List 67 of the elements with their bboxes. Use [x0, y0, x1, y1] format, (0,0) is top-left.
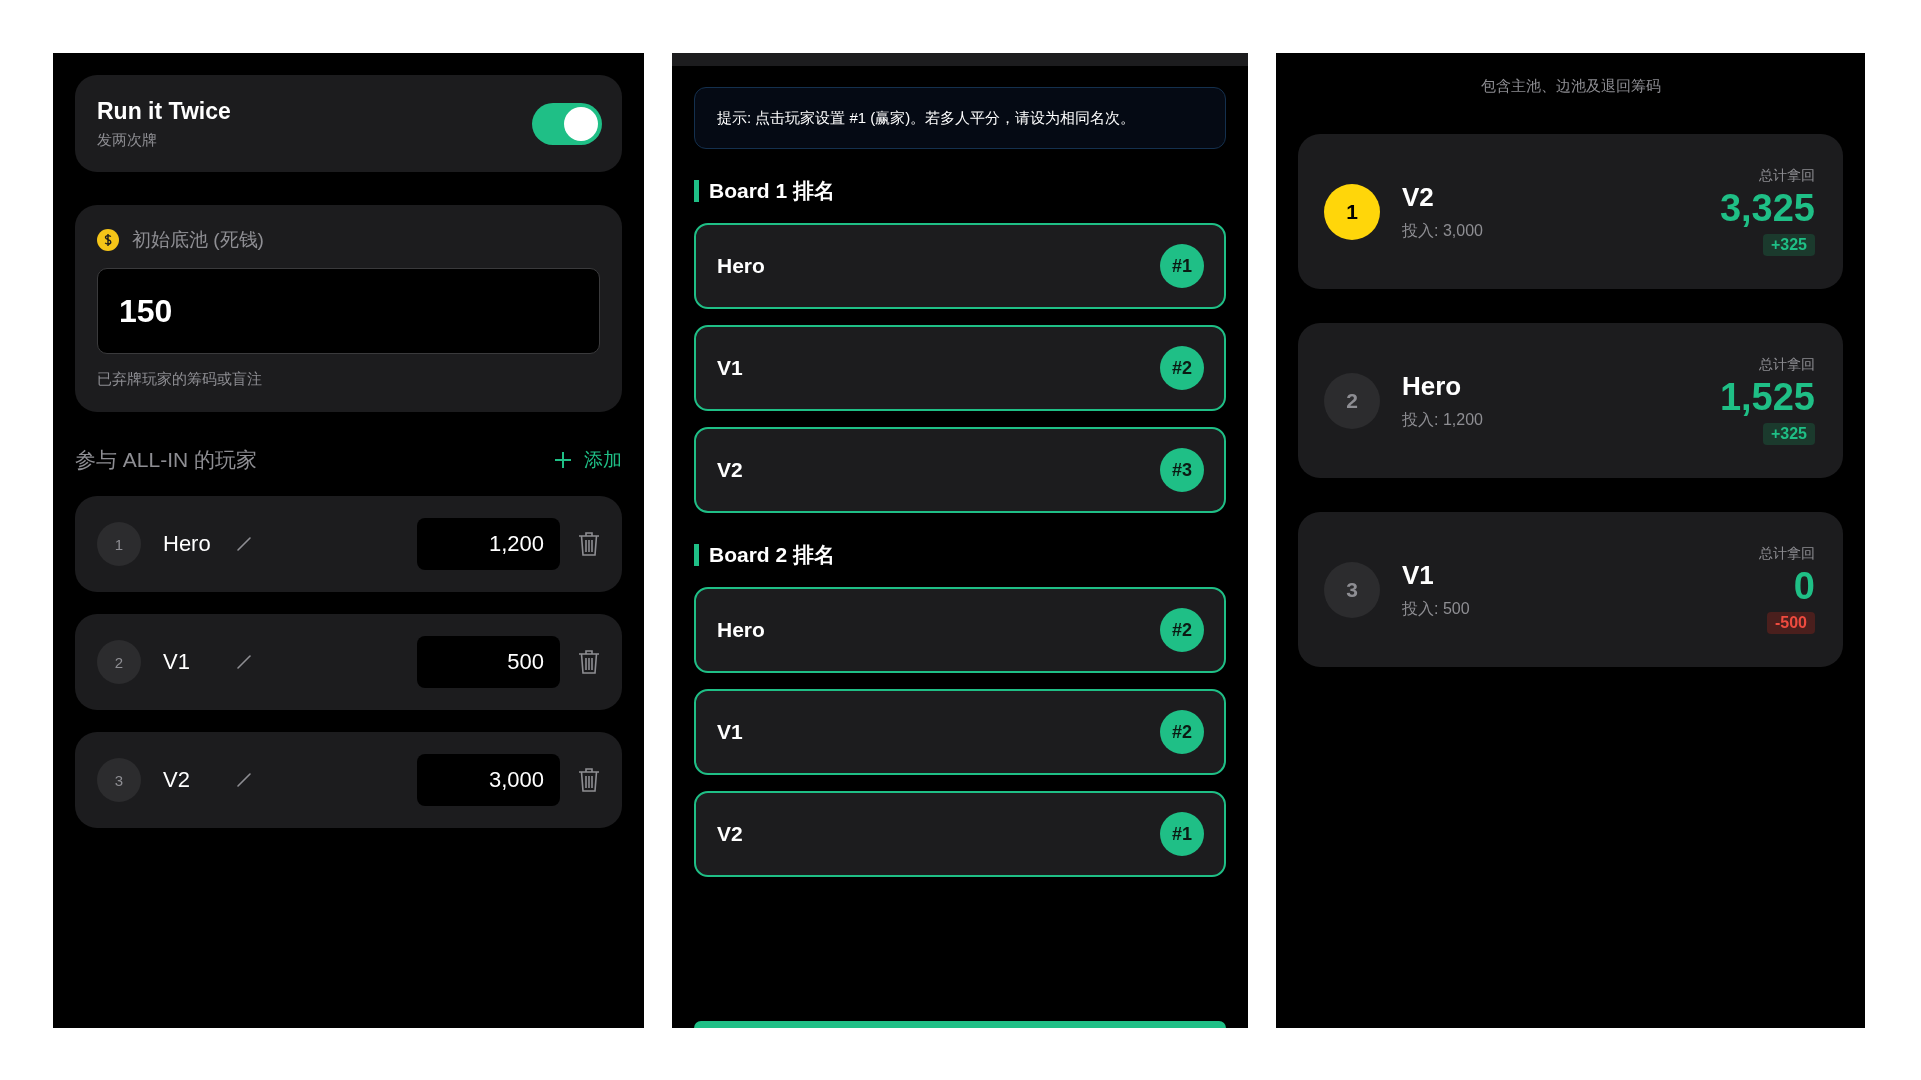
rank-badge: #1 — [1160, 244, 1204, 288]
invested-text: 投入: 500 — [1402, 598, 1470, 619]
rank-circle: 2 — [1324, 372, 1380, 429]
ranking-row[interactable]: V2 #3 — [694, 427, 1226, 513]
ranking-row[interactable]: V2 #1 — [694, 791, 1226, 877]
total-amount: 0 — [1793, 565, 1815, 608]
section-title: 参与 ALL-IN 的玩家 — [75, 447, 258, 473]
rank-badge: #2 — [1160, 608, 1204, 652]
player-name: V1 — [163, 649, 191, 675]
delete-icon[interactable] — [578, 649, 600, 675]
player-number: 2 — [97, 640, 141, 684]
player-name: Hero — [1402, 370, 1463, 402]
rank-badge: #2 — [1160, 710, 1204, 754]
rank-badge: #1 — [1160, 812, 1204, 856]
edit-icon[interactable] — [236, 772, 252, 788]
delete-icon[interactable] — [578, 767, 600, 793]
invested-text: 投入: 3,000 — [1402, 220, 1483, 241]
total-label: 总计拿回 — [1759, 545, 1815, 563]
add-button[interactable]: 添加 — [554, 447, 622, 473]
ranking-row[interactable]: Hero #1 — [694, 223, 1226, 309]
board-title: Board 1 排名 — [709, 178, 836, 204]
ranking-row[interactable]: V1 #2 — [694, 325, 1226, 411]
setting-subtitle: 发两次牌 — [97, 130, 158, 150]
delta-badge: +325 — [1762, 423, 1815, 445]
player-name: V1 — [717, 356, 743, 380]
invested-text: 投入: 1,200 — [1402, 409, 1483, 430]
player-name: Hero — [717, 254, 765, 278]
field-label: 初始底池 (死钱) — [132, 228, 264, 252]
setting-title: Run it Twice — [97, 97, 231, 125]
player-number: 3 — [97, 758, 141, 802]
amount-input[interactable]: 500 — [417, 636, 560, 688]
rank-badge: #3 — [1160, 448, 1204, 492]
ranking-row[interactable]: Hero #2 — [694, 587, 1226, 673]
total-amount: 3,325 — [1719, 187, 1815, 230]
amount-input[interactable]: 1,200 — [417, 518, 560, 570]
plus-icon — [554, 451, 572, 469]
results-subtitle: 包含主池、边池及退回筹码 — [1480, 77, 1661, 96]
ranking-row[interactable]: V1 #2 — [694, 689, 1226, 775]
rank-circle: 1 — [1324, 183, 1380, 240]
coin-icon — [97, 229, 119, 251]
player-name: Hero — [163, 531, 212, 557]
field-hint: 已弃牌玩家的筹码或盲注 — [97, 370, 263, 389]
player-name: V2 — [717, 822, 743, 846]
pot-input[interactable]: 150 — [97, 268, 600, 354]
delta-badge: -500 — [1766, 612, 1815, 634]
rank-circle: 3 — [1324, 561, 1380, 618]
delta-badge: +325 — [1762, 234, 1815, 256]
total-label: 总计拿回 — [1759, 167, 1815, 185]
amount-input[interactable]: 3,000 — [417, 754, 560, 806]
rank-badge: #2 — [1160, 346, 1204, 390]
accent-bar — [694, 180, 699, 202]
player-name: V2 — [1402, 181, 1435, 213]
player-name: V2 — [717, 458, 743, 482]
board-title: Board 2 排名 — [709, 542, 836, 568]
total-amount: 1,525 — [1719, 376, 1815, 419]
player-name: V1 — [717, 720, 743, 744]
accent-bar — [694, 544, 699, 566]
player-name: Hero — [717, 618, 765, 642]
edit-icon[interactable] — [236, 654, 252, 670]
hint-text: 提示: 点击玩家设置 #1 (赢家)。若多人平分，请设为相同名次。 — [694, 87, 1226, 149]
toggle-switch[interactable] — [532, 102, 602, 145]
player-name: V2 — [163, 767, 191, 793]
edit-icon[interactable] — [236, 536, 252, 552]
delete-icon[interactable] — [578, 531, 600, 557]
player-name: V1 — [1402, 559, 1435, 591]
total-label: 总计拿回 — [1759, 356, 1815, 374]
player-number: 1 — [97, 522, 141, 566]
